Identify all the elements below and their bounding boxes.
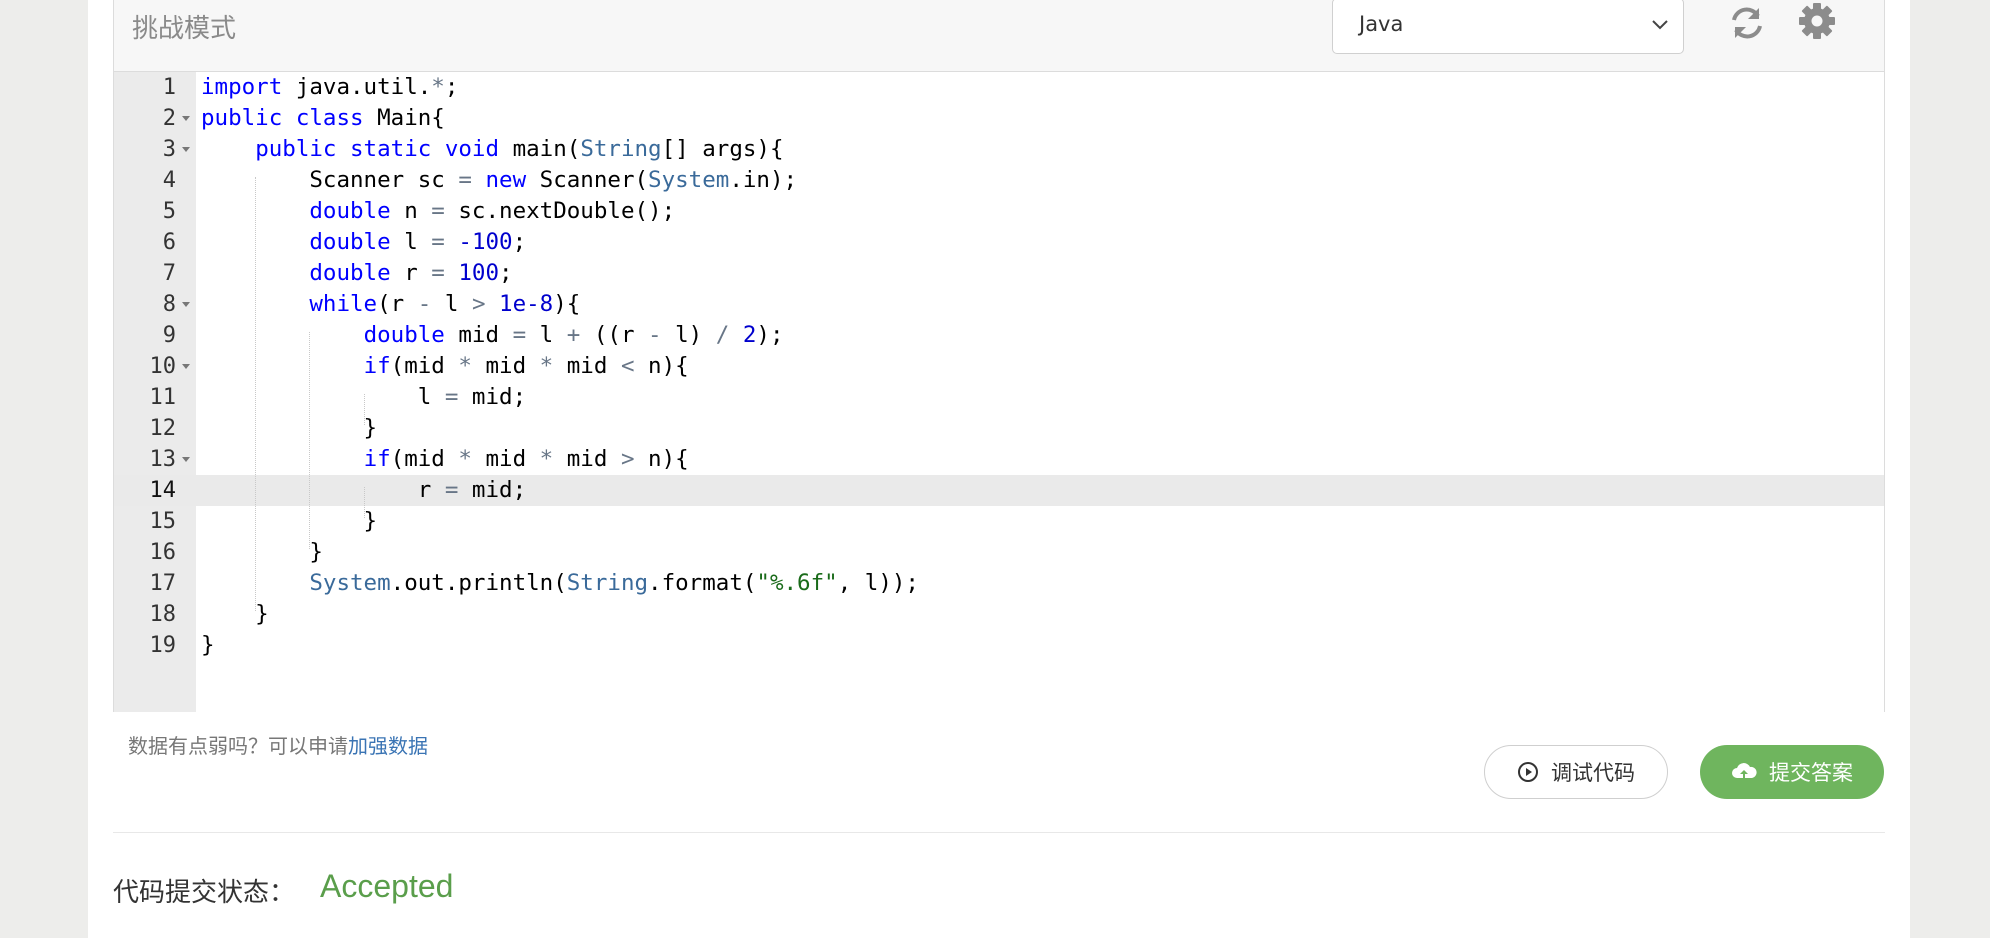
code-line[interactable]: 8 while(r - l > 1e-8){ — [114, 289, 1884, 320]
line-number: 19 — [149, 633, 177, 658]
line-number: 7 — [162, 261, 176, 286]
debug-code-button[interactable]: 调试代码 — [1484, 745, 1668, 799]
play-circle-icon — [1518, 762, 1538, 782]
fold-arrow-icon[interactable] — [182, 116, 190, 121]
fold-arrow-icon[interactable] — [182, 457, 190, 462]
code-text: double r = 100; — [309, 260, 513, 286]
line-number: 17 — [149, 571, 177, 596]
line-number: 11 — [149, 385, 177, 410]
debug-code-label: 调试代码 — [1551, 761, 1635, 785]
code-line[interactable]: 11 l = mid; — [114, 382, 1884, 413]
line-number: 16 — [149, 540, 177, 565]
fold-arrow-icon[interactable] — [182, 147, 190, 152]
indent-guide — [309, 332, 311, 549]
language-select[interactable]: Java — [1332, 0, 1684, 54]
code-line[interactable]: 15 } — [114, 506, 1884, 537]
indent-guide — [255, 177, 257, 611]
line-number: 3 — [162, 137, 176, 162]
code-text: } — [201, 415, 378, 441]
line-number: 10 — [149, 354, 177, 379]
code-text: double mid = l + ((r - l) / 2); — [363, 322, 784, 348]
weak-data-hint: 数据有点弱吗？可以申请加强数据 — [128, 730, 428, 759]
submission-status-label: 代码提交状态： — [113, 878, 296, 908]
fold-arrow-icon[interactable] — [182, 364, 190, 369]
code-text: import java.util.*; — [201, 74, 459, 100]
code-line[interactable]: 14 r = mid; — [114, 475, 1884, 506]
code-line[interactable]: 6 double l = -100; — [114, 227, 1884, 258]
line-number: 8 — [162, 292, 176, 317]
code-line[interactable]: 19} — [114, 630, 1884, 661]
line-number: 1 — [162, 75, 176, 100]
code-text: Scanner sc = new Scanner(System.in); — [201, 167, 798, 193]
code-text: if(mid * mid * mid > n){ — [363, 446, 689, 472]
code-line[interactable]: 17 System.out.println(String.format("%.6… — [114, 568, 1884, 599]
code-line[interactable]: 3 public static void main(String[] args)… — [114, 134, 1884, 165]
refresh-icon[interactable] — [1724, 0, 1770, 46]
language-select-value: Java — [1359, 12, 1404, 36]
line-number: 6 — [162, 230, 176, 255]
indent-guide — [363, 394, 365, 425]
code-text: if(mid * mid * mid < n){ — [363, 353, 689, 379]
code-text: System.out.println(String.format("%.6f",… — [309, 570, 919, 596]
challenge-mode-label: 挑战模式 — [132, 14, 237, 44]
code-text: public class Main{ — [201, 105, 445, 131]
code-text: } — [201, 632, 215, 658]
submit-answer-button[interactable]: 提交答案 — [1700, 745, 1884, 799]
submission-status-value: Accepted — [320, 868, 454, 904]
code-text: while(r - l > 1e-8){ — [309, 291, 581, 317]
line-number: 14 — [149, 478, 177, 503]
line-number: 2 — [162, 106, 176, 131]
code-line[interactable]: 13 if(mid * mid * mid > n){ — [114, 444, 1884, 475]
chevron-down-icon — [1652, 20, 1668, 30]
code-text: double n = sc.nextDouble(); — [309, 198, 676, 224]
code-editor: 挑战模式 Java 1 import java.util.*; 2 public… — [113, 0, 1885, 712]
code-line[interactable]: 1 import java.util.*; — [114, 72, 1884, 103]
gear-icon[interactable] — [1794, 0, 1840, 46]
line-number: 18 — [149, 602, 177, 627]
code-line[interactable]: 16 } — [114, 537, 1884, 568]
line-number: 4 — [162, 168, 176, 193]
code-line[interactable]: 4 Scanner sc = new Scanner(System.in); — [114, 165, 1884, 196]
line-number: 12 — [149, 416, 177, 441]
line-number: 13 — [149, 447, 177, 472]
code-area[interactable]: 1 import java.util.*; 2 public class Main{ 3… — [114, 72, 1884, 712]
strengthen-data-link[interactable]: 加强数据 — [348, 734, 428, 758]
code-line[interactable]: 10 if(mid * mid * mid < n){ — [114, 351, 1884, 382]
submit-answer-label: 提交答案 — [1769, 761, 1853, 785]
problem-panel: 挑战模式 Java 1 import java.util.*; 2 public… — [88, 0, 1910, 938]
cloud-upload-icon — [1732, 763, 1757, 780]
line-number: 5 — [162, 199, 176, 224]
code-line[interactable]: 18 } — [114, 599, 1884, 630]
editor-toolbar: 挑战模式 Java — [114, 0, 1884, 72]
code-line[interactable]: 5 double n = sc.nextDouble(); — [114, 196, 1884, 227]
code-text: } — [201, 508, 378, 534]
code-line[interactable]: 2 public class Main{ — [114, 103, 1884, 134]
line-number: 15 — [149, 509, 177, 534]
line-number: 9 — [162, 323, 176, 348]
code-line[interactable]: 9 double mid = l + ((r - l) / 2); — [114, 320, 1884, 351]
code-text: } — [201, 539, 323, 565]
code-line[interactable]: 12 } — [114, 413, 1884, 444]
hint-text: 数据有点弱吗？可以申请 — [128, 734, 348, 758]
indent-guide — [363, 487, 365, 518]
code-line[interactable]: 7 double r = 100; — [114, 258, 1884, 289]
code-text: public static void main(String[] args){ — [255, 136, 784, 162]
fold-arrow-icon[interactable] — [182, 302, 190, 307]
divider — [113, 832, 1885, 833]
code-text: } — [201, 601, 269, 627]
code-text: double l = -100; — [309, 229, 527, 255]
